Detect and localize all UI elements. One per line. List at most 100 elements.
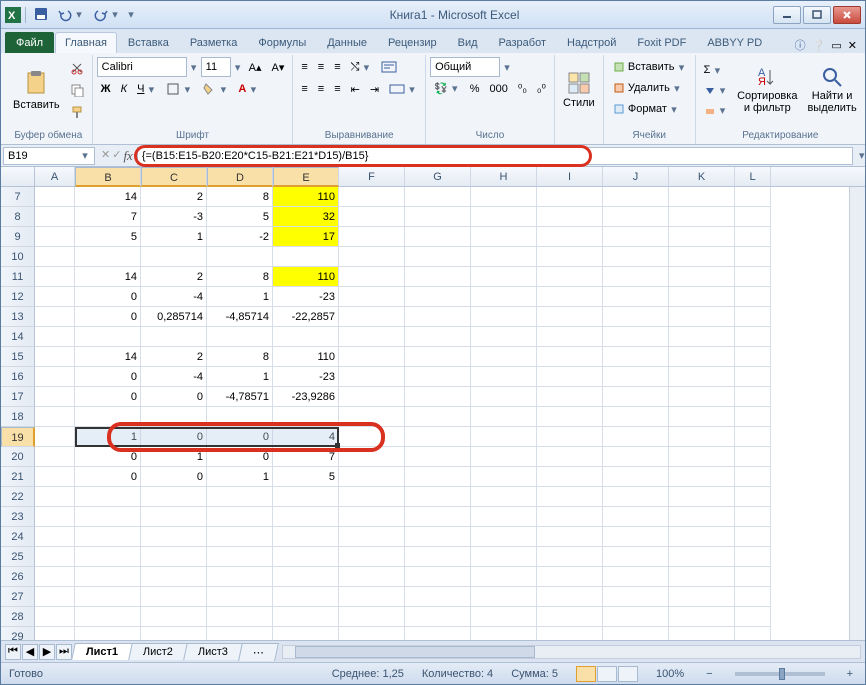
align-top-button[interactable]: ≡	[297, 58, 311, 76]
cell[interactable]: 0	[141, 467, 207, 487]
cell[interactable]	[669, 367, 735, 387]
cell[interactable]	[735, 367, 771, 387]
cell[interactable]	[405, 327, 471, 347]
border-button[interactable]: ▾	[162, 79, 196, 99]
cell[interactable]	[537, 367, 603, 387]
cell[interactable]	[735, 547, 771, 567]
cell[interactable]	[735, 487, 771, 507]
row-header[interactable]: 27	[1, 587, 35, 607]
cell[interactable]	[603, 267, 669, 287]
align-middle-button[interactable]: ≡	[314, 58, 328, 76]
copy-button[interactable]	[66, 80, 88, 100]
cell[interactable]	[669, 567, 735, 587]
row-header[interactable]: 15	[1, 347, 35, 367]
cell[interactable]	[35, 607, 75, 627]
cell[interactable]	[207, 587, 273, 607]
comma-button[interactable]: 000	[486, 80, 512, 98]
cell[interactable]: 5	[207, 207, 273, 227]
cell[interactable]	[35, 327, 75, 347]
row-header[interactable]: 26	[1, 567, 35, 587]
row-header[interactable]: 13	[1, 307, 35, 327]
cell[interactable]	[669, 387, 735, 407]
cell[interactable]	[735, 467, 771, 487]
wb-close-icon[interactable]: ✕	[848, 39, 857, 52]
cell[interactable]	[537, 247, 603, 267]
cell[interactable]	[339, 347, 405, 367]
cell[interactable]	[339, 307, 405, 327]
cell[interactable]	[471, 347, 537, 367]
cell[interactable]	[735, 187, 771, 207]
row-header[interactable]: 18	[1, 407, 35, 427]
cell[interactable]	[75, 327, 141, 347]
cell[interactable]	[405, 307, 471, 327]
cell[interactable]	[669, 187, 735, 207]
tab-foxit[interactable]: Foxit PDF	[627, 32, 696, 53]
sheet-tab-1[interactable]: Лист1	[71, 643, 133, 660]
cell[interactable]	[471, 407, 537, 427]
cell[interactable]: 0	[141, 427, 207, 447]
cell[interactable]	[471, 187, 537, 207]
row-header[interactable]: 8	[1, 207, 35, 227]
cell[interactable]: 8	[207, 347, 273, 367]
cell[interactable]	[537, 467, 603, 487]
cells-delete-button[interactable]: Удалить▾	[608, 78, 691, 98]
cell[interactable]	[603, 387, 669, 407]
col-header[interactable]: B	[75, 167, 141, 187]
cell[interactable]	[537, 227, 603, 247]
cell[interactable]	[471, 427, 537, 447]
cell[interactable]	[603, 227, 669, 247]
merge-button[interactable]: ▾	[385, 79, 421, 99]
align-center-button[interactable]: ≡	[314, 80, 328, 98]
cell[interactable]	[141, 547, 207, 567]
cell[interactable]	[735, 527, 771, 547]
cell[interactable]	[75, 527, 141, 547]
cell[interactable]: 5	[273, 467, 339, 487]
cell[interactable]	[735, 247, 771, 267]
view-layout-button[interactable]	[597, 666, 617, 682]
cell[interactable]	[35, 487, 75, 507]
cell[interactable]	[75, 627, 141, 640]
number-format-select[interactable]	[430, 57, 500, 77]
cell[interactable]	[669, 347, 735, 367]
cell[interactable]	[75, 407, 141, 427]
cell[interactable]: -23,9286	[273, 387, 339, 407]
wb-min-icon[interactable]: ▭	[831, 39, 841, 52]
cell[interactable]: 110	[273, 267, 339, 287]
cell[interactable]: 8	[207, 187, 273, 207]
cell[interactable]	[669, 227, 735, 247]
cell[interactable]	[669, 407, 735, 427]
cell[interactable]	[669, 607, 735, 627]
cell[interactable]	[405, 507, 471, 527]
cell[interactable]	[537, 527, 603, 547]
cell[interactable]: -3	[141, 207, 207, 227]
cell[interactable]	[405, 227, 471, 247]
fill-color-button[interactable]: ▾	[198, 79, 232, 99]
row-header[interactable]: 25	[1, 547, 35, 567]
cells-format-button[interactable]: Формат▾	[608, 99, 691, 119]
cell[interactable]	[339, 267, 405, 287]
cell[interactable]	[471, 587, 537, 607]
tab-dev[interactable]: Разработ	[489, 32, 556, 53]
row-header[interactable]: 7	[1, 187, 35, 207]
cell[interactable]	[141, 567, 207, 587]
row-header[interactable]: 23	[1, 507, 35, 527]
cell[interactable]	[537, 207, 603, 227]
cell[interactable]: 0	[75, 307, 141, 327]
cell[interactable]	[603, 627, 669, 640]
cell[interactable]	[603, 547, 669, 567]
cell[interactable]	[537, 187, 603, 207]
cell[interactable]	[669, 547, 735, 567]
sheet-nav-prev[interactable]: ◀	[22, 644, 38, 660]
cell[interactable]: 1	[207, 287, 273, 307]
cell[interactable]	[537, 267, 603, 287]
cell[interactable]	[669, 207, 735, 227]
expand-formula-icon[interactable]: ▾	[853, 149, 865, 162]
tab-file[interactable]: Файл	[5, 32, 54, 53]
cell[interactable]	[405, 627, 471, 640]
minimize-button[interactable]	[773, 6, 801, 24]
cell[interactable]: 14	[75, 267, 141, 287]
cell[interactable]	[669, 447, 735, 467]
cell[interactable]	[75, 607, 141, 627]
cell[interactable]	[405, 547, 471, 567]
cell[interactable]	[339, 607, 405, 627]
